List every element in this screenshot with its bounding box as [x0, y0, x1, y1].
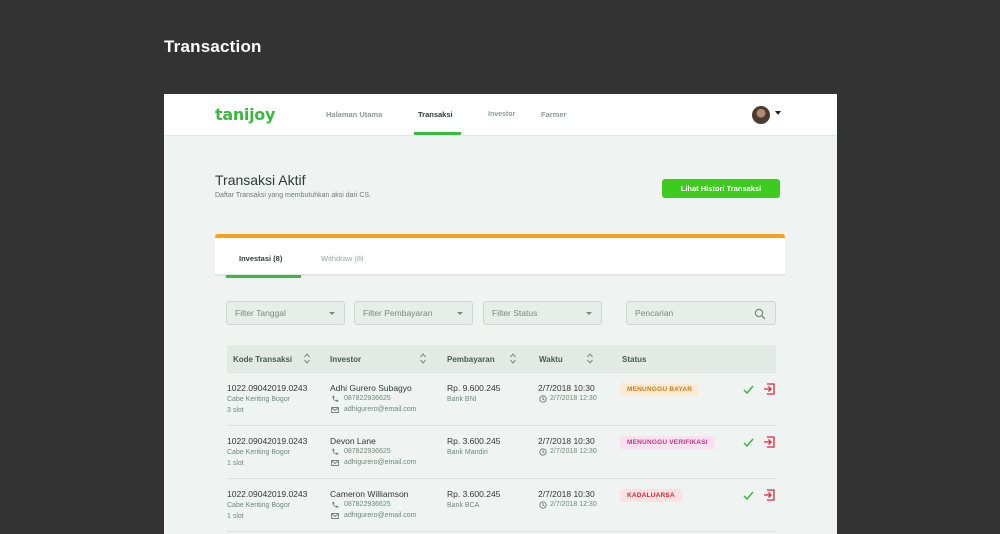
tanijoy-logo[interactable]: tanijoy — [215, 105, 275, 124]
filter-tanggal[interactable]: Filter Tanggal — [226, 301, 345, 325]
investor-email: adhigurero@email.com — [344, 512, 417, 519]
transaction-code: 1022.09042019.0243 — [227, 489, 308, 499]
check-icon[interactable] — [743, 437, 754, 448]
tab-investasi[interactable]: Investasi (8) — [239, 254, 282, 263]
payment-bank: Bank Mandiri — [447, 449, 488, 456]
check-icon[interactable] — [743, 490, 754, 501]
table-row[interactable]: 1022.09042019.0243 Cabe Keriting Bogor 3… — [227, 373, 776, 426]
status-badge: KADALUARSA — [620, 489, 682, 502]
search-input[interactable]: Pencarian — [626, 301, 776, 325]
search-placeholder: Pencarian — [635, 308, 674, 318]
page-heading: Transaction — [164, 37, 262, 56]
slot-count: 1 slot — [227, 513, 244, 520]
sort-icon[interactable] — [420, 353, 426, 364]
exit-icon[interactable] — [763, 436, 775, 448]
investor-name: Devon Lane — [330, 436, 376, 446]
header-kode-transaksi[interactable]: Kode Transaksi — [233, 355, 292, 364]
nav-halaman-utama[interactable]: Halaman Utama — [326, 110, 382, 119]
investor-name: Cameron Williamson — [330, 489, 409, 499]
status-badge: MENUNGGU BAYAR — [620, 383, 700, 396]
check-icon[interactable] — [743, 384, 754, 395]
product-name: Cabe Keriting Bogor — [227, 396, 291, 403]
filter-tanggal-label: Filter Tanggal — [235, 308, 286, 318]
nav-investor[interactable]: Investor — [488, 111, 515, 118]
email-icon — [331, 460, 339, 466]
sort-icon[interactable] — [587, 353, 593, 364]
transaction-deadline: 2/7/2018 12:30 — [550, 501, 597, 508]
caret-down-icon — [586, 312, 592, 315]
phone-icon — [332, 448, 339, 455]
investor-email: adhigurero@email.com — [344, 406, 417, 413]
nav-farmer[interactable]: Farmer — [541, 110, 566, 119]
phone-icon — [332, 395, 339, 402]
clock-icon — [539, 448, 547, 456]
header-pembayaran[interactable]: Pembayaran — [447, 355, 495, 364]
payment-bank: Bank BCA — [447, 502, 480, 509]
main-title: Transaksi Aktif — [215, 172, 306, 188]
filter-pembayaran[interactable]: Filter Pembayaran — [354, 301, 473, 325]
email-icon — [331, 407, 339, 413]
tab-withdraw[interactable]: Withdraw (8) — [321, 254, 364, 263]
phone-icon — [332, 501, 339, 508]
transaction-date: 2/7/2018 10:30 — [538, 383, 595, 393]
product-name: Cabe Keriting Bogor — [227, 449, 291, 456]
table-row[interactable]: 1022.09042019.0243 Cabe Keriting Bogor 1… — [227, 426, 776, 479]
payment-amount: Rp. 9.600.245 — [447, 383, 501, 393]
header-status: Status — [622, 355, 647, 364]
investor-phone: 087822936625 — [344, 395, 391, 402]
exit-icon[interactable] — [763, 383, 775, 395]
avatar[interactable] — [752, 106, 770, 124]
transaction-code: 1022.09042019.0243 — [227, 436, 308, 446]
sort-icon[interactable] — [304, 353, 310, 364]
transaction-date: 2/7/2018 10:30 — [538, 436, 595, 446]
slot-count: 1 slot — [227, 460, 244, 467]
exit-icon[interactable] — [763, 489, 775, 501]
header-waktu[interactable]: Waktu — [539, 355, 563, 364]
filter-status[interactable]: Filter Status — [483, 301, 602, 325]
investor-phone: 087822936625 — [344, 448, 391, 455]
search-icon[interactable] — [754, 308, 766, 320]
investor-email: adhigurero@email.com — [344, 459, 417, 466]
tab-bar: Investasi (8) Withdraw (8) — [215, 238, 785, 278]
transaction-card: Investasi (8) Withdraw (8) Filter Tangga… — [215, 234, 785, 534]
clock-icon — [539, 395, 547, 403]
email-icon — [331, 513, 339, 519]
caret-down-icon — [329, 312, 335, 315]
payment-amount: Rp. 3.600.245 — [447, 436, 501, 446]
app-frame: tanijoy Halaman Utama Transaksi Investor… — [164, 94, 837, 534]
investor-name: Adhi Gurero Subagyo — [330, 383, 412, 393]
product-name: Cabe Keriting Bogor — [227, 502, 291, 509]
sort-icon[interactable] — [510, 353, 516, 364]
nav-active-indicator — [414, 132, 461, 135]
clock-icon — [539, 501, 547, 509]
tab-active-indicator — [226, 275, 301, 278]
filter-pembayaran-label: Filter Pembayaran — [363, 308, 433, 318]
caret-down-icon — [457, 312, 463, 315]
nav-transaksi[interactable]: Transaksi — [418, 110, 453, 119]
chevron-down-icon[interactable] — [775, 111, 781, 115]
investor-phone: 087822936625 — [344, 501, 391, 508]
transaction-date: 2/7/2018 10:30 — [538, 489, 595, 499]
table-row[interactable]: 1022.09042019.0243 Cabe Keriting Bogor 1… — [227, 479, 776, 532]
header-investor[interactable]: Investor — [330, 355, 361, 364]
history-button[interactable]: Lihat Histori Transaksi — [662, 179, 780, 198]
payment-amount: Rp. 3.600.245 — [447, 489, 501, 499]
payment-bank: Bank BNI — [447, 396, 477, 403]
transaction-deadline: 2/7/2018 12:30 — [550, 448, 597, 455]
filter-status-label: Filter Status — [492, 308, 538, 318]
main-subtitle: Daftar Transaksi yang membutuhkan aksi d… — [215, 192, 372, 199]
slot-count: 3 slot — [227, 407, 244, 414]
transaction-code: 1022.09042019.0243 — [227, 383, 308, 393]
top-navigation: tanijoy Halaman Utama Transaksi Investor… — [164, 94, 837, 136]
table-header: Kode Transaksi Investor Pembayaran Waktu… — [227, 345, 776, 373]
status-badge: MENUNGGU VERIFIKASI — [620, 436, 715, 449]
transaction-deadline: 2/7/2018 12:30 — [550, 395, 597, 402]
